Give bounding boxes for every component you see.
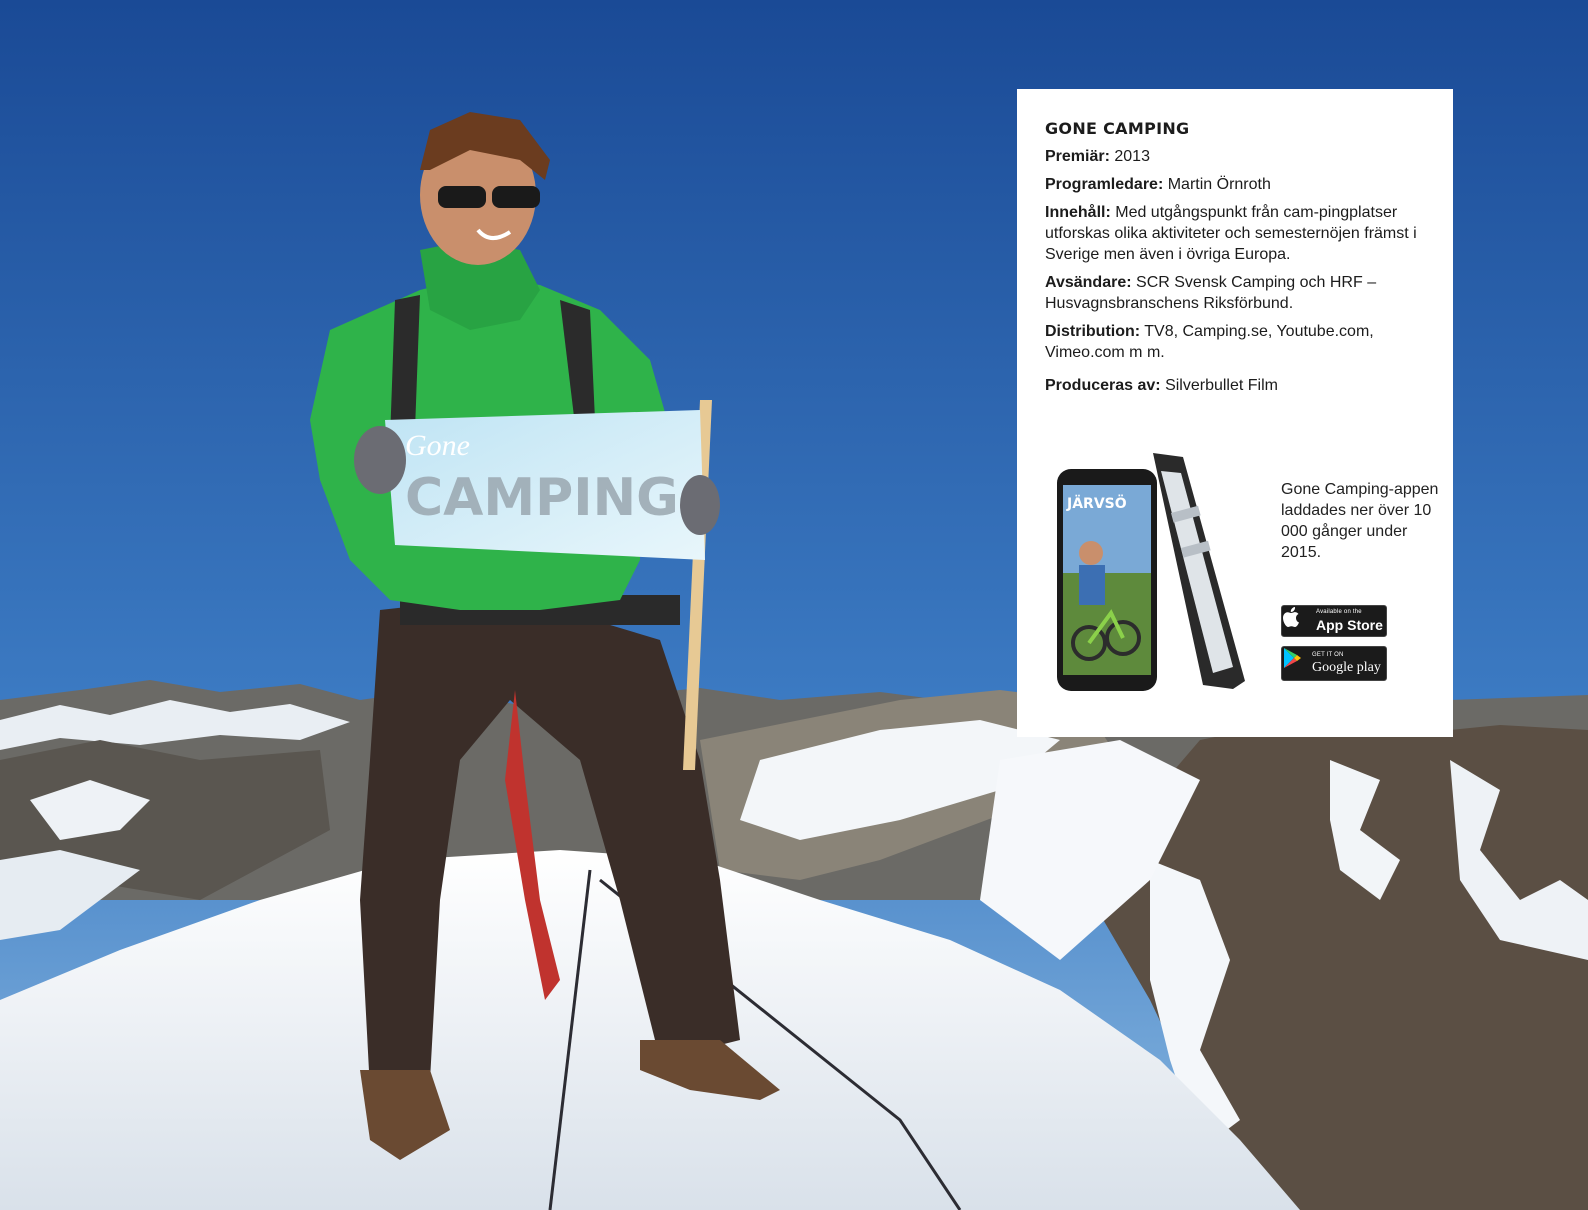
premiere-value: 2013 (1114, 148, 1150, 165)
premiere-label: Premiär: (1045, 148, 1110, 165)
host-row: Programledare: Martin Örnroth (1045, 174, 1427, 195)
host-label: Programledare: (1045, 176, 1164, 193)
googleplay-small-label: GET IT ON (1312, 652, 1344, 658)
producer-value: Silverbullet Film (1165, 377, 1278, 394)
content-label: Innehåll: (1045, 204, 1111, 221)
content-row: Innehåll: Med utgångspunkt från cam-ping… (1045, 202, 1427, 265)
flag-text-gone: Gone (405, 429, 470, 462)
appstore-big-label: App Store (1316, 617, 1383, 633)
sender-label: Avsändare: (1045, 274, 1132, 291)
sender-row: Avsändare: SCR Svensk Camping och HRF – … (1045, 272, 1427, 314)
premiere-row: Premiär: 2013 (1045, 146, 1427, 167)
app-promo: JÄRVSÖ Gone Camping-appen laddades ner ö… (1053, 453, 1443, 703)
phones-image: JÄRVSÖ (1057, 453, 1245, 691)
googleplay-big-label: Google play (1312, 660, 1381, 675)
producer-row: Produceras av: Silverbullet Film (1045, 375, 1427, 396)
google-play-icon (1284, 648, 1301, 668)
google-play-button[interactable]: GET IT ON Google play (1281, 646, 1387, 681)
distribution-row: Distribution: TV8, Camping.se, Youtube.c… (1045, 321, 1427, 363)
flag-text-camping: CAMPING (405, 468, 679, 528)
apple-icon (1283, 607, 1299, 627)
appstore-small-label: Available on the (1316, 609, 1362, 615)
host-value: Martin Örnroth (1167, 176, 1271, 193)
distribution-label: Distribution: (1045, 323, 1141, 340)
info-card: GONE CAMPING Premiär: 2013 Programledare… (1017, 89, 1453, 737)
app-store-button[interactable]: Available on the App Store (1281, 605, 1387, 637)
card-title: GONE CAMPING (1045, 119, 1190, 138)
phone-screen-title: JÄRVSÖ (1066, 494, 1127, 512)
producer-label: Produceras av: (1045, 377, 1161, 394)
promo-text: Gone Camping-appen laddades ner över 10 … (1281, 481, 1439, 561)
